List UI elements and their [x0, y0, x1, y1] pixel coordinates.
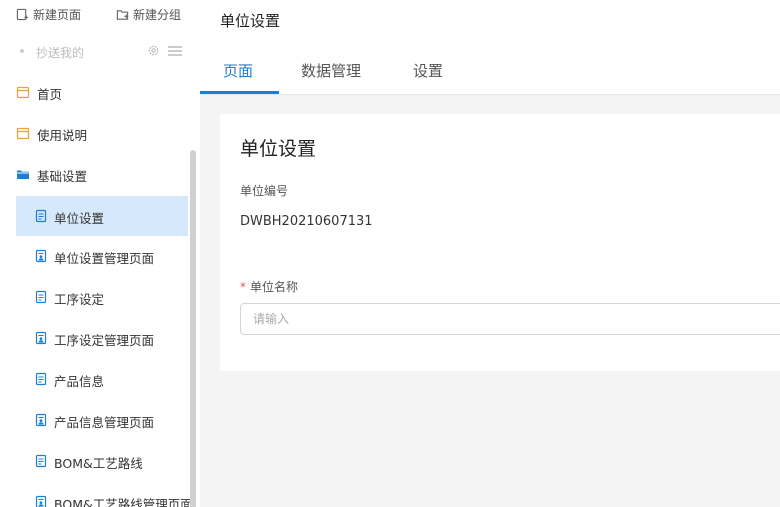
sidebar-item-process-settings[interactable]: 工序设定 — [0, 277, 188, 317]
document-user-icon — [35, 495, 47, 507]
tab-data-management[interactable]: 数据管理 — [301, 60, 361, 81]
sidebar-item-label: 使用说明 — [37, 128, 88, 143]
new-group-button[interactable]: 新建分组 — [116, 6, 181, 23]
folder-open-icon — [17, 170, 29, 179]
sidebar-actions: 新建页面 新建分组 — [0, 0, 200, 28]
new-group-label: 新建分组 — [133, 8, 182, 22]
tab-settings[interactable]: 设置 — [413, 60, 443, 81]
header: 单位设置 页面 数据管理 设置 — [200, 0, 780, 95]
document-icon — [35, 372, 47, 386]
sidebar-item-basic-settings[interactable]: 基础设置 — [0, 154, 188, 194]
required-mark: * — [240, 280, 246, 294]
sidebar-item-label: BOM&工艺路线管理页面 — [54, 497, 193, 507]
sidebar-scrollbar[interactable] — [190, 150, 196, 507]
active-tab-indicator — [200, 91, 279, 94]
sidebar-item-label: 产品信息 — [54, 374, 105, 389]
sidebar-item-product-info-manage[interactable]: 产品信息管理页面 — [0, 400, 188, 440]
document-icon — [35, 454, 47, 468]
sidebar-item-label: 单位设置管理页面 — [54, 251, 155, 266]
sidebar-item-label: 产品信息管理页面 — [54, 415, 155, 430]
sidebar-item-bom-routing[interactable]: BOM&工艺路线 — [0, 441, 188, 481]
document-icon — [35, 209, 47, 223]
sidebar: 新建页面 新建分组 抄送我的 首页 使用说明 基础设置 单位设置 单位设置管理页… — [0, 0, 201, 507]
unit-name-label-row: * 单位名称 — [240, 278, 298, 295]
new-page-icon — [16, 8, 29, 21]
bullet-icon — [20, 49, 24, 53]
form-title: 单位设置 — [240, 138, 317, 160]
sidebar-item-label: 工序设定 — [54, 292, 105, 307]
document-user-icon — [35, 331, 47, 345]
sidebar-item-label: 基础设置 — [37, 169, 88, 184]
gear-icon[interactable] — [147, 44, 160, 57]
sidebar-item-process-settings-manage[interactable]: 工序设定管理页面 — [0, 318, 188, 358]
sidebar-item-unit-settings-manage[interactable]: 单位设置管理页面 — [0, 236, 188, 276]
unit-code-label: 单位编号 — [240, 184, 289, 198]
form-card: 单位设置 单位编号 DWBH20210607131 * 单位名称 — [220, 114, 780, 371]
tab-page[interactable]: 页面 — [223, 60, 253, 81]
cc-me-label: 抄送我的 — [36, 46, 85, 60]
menu-icon[interactable] — [167, 45, 183, 57]
cc-me-item[interactable]: 抄送我的 — [0, 40, 200, 64]
new-page-label: 新建页面 — [33, 8, 82, 22]
unit-code-value: DWBH20210607131 — [240, 214, 373, 229]
unit-name-input[interactable] — [240, 303, 780, 335]
sidebar-item-bom-routing-manage[interactable]: BOM&工艺路线管理页面 — [0, 482, 193, 507]
sidebar-item-unit-settings[interactable]: 单位设置 — [16, 196, 188, 236]
sidebar-item-usage-guide[interactable]: 使用说明 — [0, 113, 188, 153]
calendar-icon — [16, 127, 30, 140]
document-user-icon — [35, 413, 47, 427]
sidebar-item-label: 首页 — [37, 87, 63, 102]
document-icon — [35, 290, 47, 304]
sidebar-item-product-info[interactable]: 产品信息 — [0, 359, 188, 399]
sidebar-item-home[interactable]: 首页 — [0, 72, 188, 112]
calendar-icon — [16, 86, 30, 99]
sidebar-item-label: 单位设置 — [54, 211, 105, 226]
document-user-icon — [35, 249, 47, 263]
new-page-button[interactable]: 新建页面 — [16, 6, 81, 23]
main-area: 单位设置 页面 数据管理 设置 单位设置 单位编号 DWBH2021060713… — [200, 0, 780, 507]
sidebar-item-label: 工序设定管理页面 — [54, 333, 155, 348]
unit-name-label: 单位名称 — [250, 280, 299, 294]
new-group-icon — [116, 10, 129, 20]
page-title: 单位设置 — [220, 12, 281, 30]
sidebar-item-label: BOM&工艺路线 — [54, 456, 143, 471]
